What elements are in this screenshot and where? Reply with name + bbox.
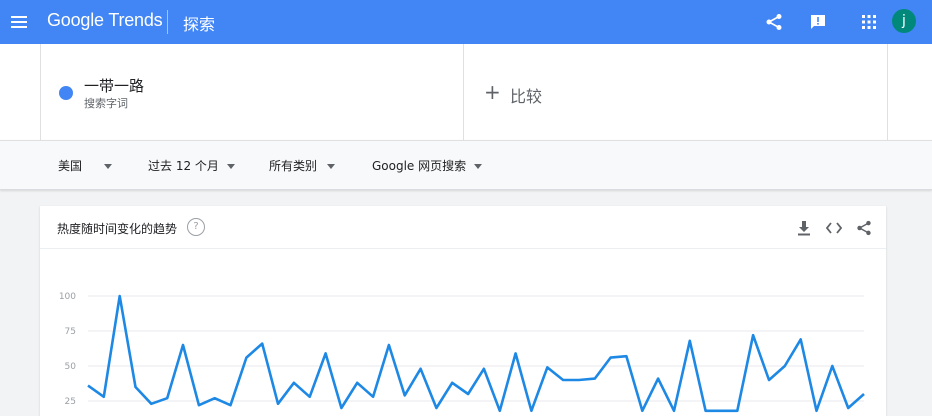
y-tick-label: 75: [65, 327, 76, 337]
search-terms-bar: 一带一路 搜索字词 + 比较: [0, 44, 932, 140]
search-term-card[interactable]: 一带一路 搜索字词: [40, 44, 464, 140]
google-trends-logo[interactable]: Google Trends: [47, 10, 163, 31]
filter-time-label: 过去 12 个月: [148, 159, 219, 173]
compare-label: 比较: [510, 87, 543, 106]
trend-line-chart: 100 75 50 25: [59, 292, 865, 413]
compare-button[interactable]: + 比较: [463, 44, 888, 140]
app-header: Google Trends 探索 j: [0, 0, 932, 44]
plus-icon: +: [484, 80, 501, 104]
filter-region-label: 美国: [58, 159, 83, 173]
filter-property-label: Google 网页搜索: [372, 159, 467, 173]
series-line[interactable]: [87, 294, 865, 413]
filter-region-dropdown[interactable]: 美国: [58, 157, 113, 174]
y-tick-label: 100: [59, 292, 76, 302]
header-divider: [167, 10, 168, 34]
term-name: 一带一路: [84, 77, 145, 95]
filter-category-dropdown[interactable]: 所有类别: [269, 157, 336, 174]
y-tick-label: 25: [65, 397, 76, 407]
feedback-icon[interactable]: [806, 10, 830, 34]
filter-time-dropdown[interactable]: 过去 12 个月: [148, 157, 235, 174]
interest-over-time-card: 热度随时间变化的趋势 ? 100 75 50 25: [40, 206, 886, 416]
y-tick-label: 50: [65, 362, 77, 372]
chevron-down-icon: [104, 164, 113, 169]
filter-bar: 美国 过去 12 个月 所有类别 Google 网页搜索: [0, 140, 932, 190]
chevron-down-icon: [226, 164, 235, 169]
filter-category-label: 所有类别: [269, 159, 318, 173]
chevron-down-icon: [474, 164, 483, 169]
term-subtitle: 搜索字词: [84, 97, 128, 110]
page-title: 探索: [183, 15, 216, 34]
menu-icon[interactable]: [10, 12, 28, 32]
avatar[interactable]: j: [892, 9, 916, 33]
apps-icon[interactable]: [857, 10, 881, 34]
share-icon[interactable]: [762, 10, 786, 34]
term-color-dot: [59, 86, 73, 100]
filter-property-dropdown[interactable]: Google 网页搜索: [372, 157, 483, 174]
chevron-down-icon: [327, 164, 336, 169]
